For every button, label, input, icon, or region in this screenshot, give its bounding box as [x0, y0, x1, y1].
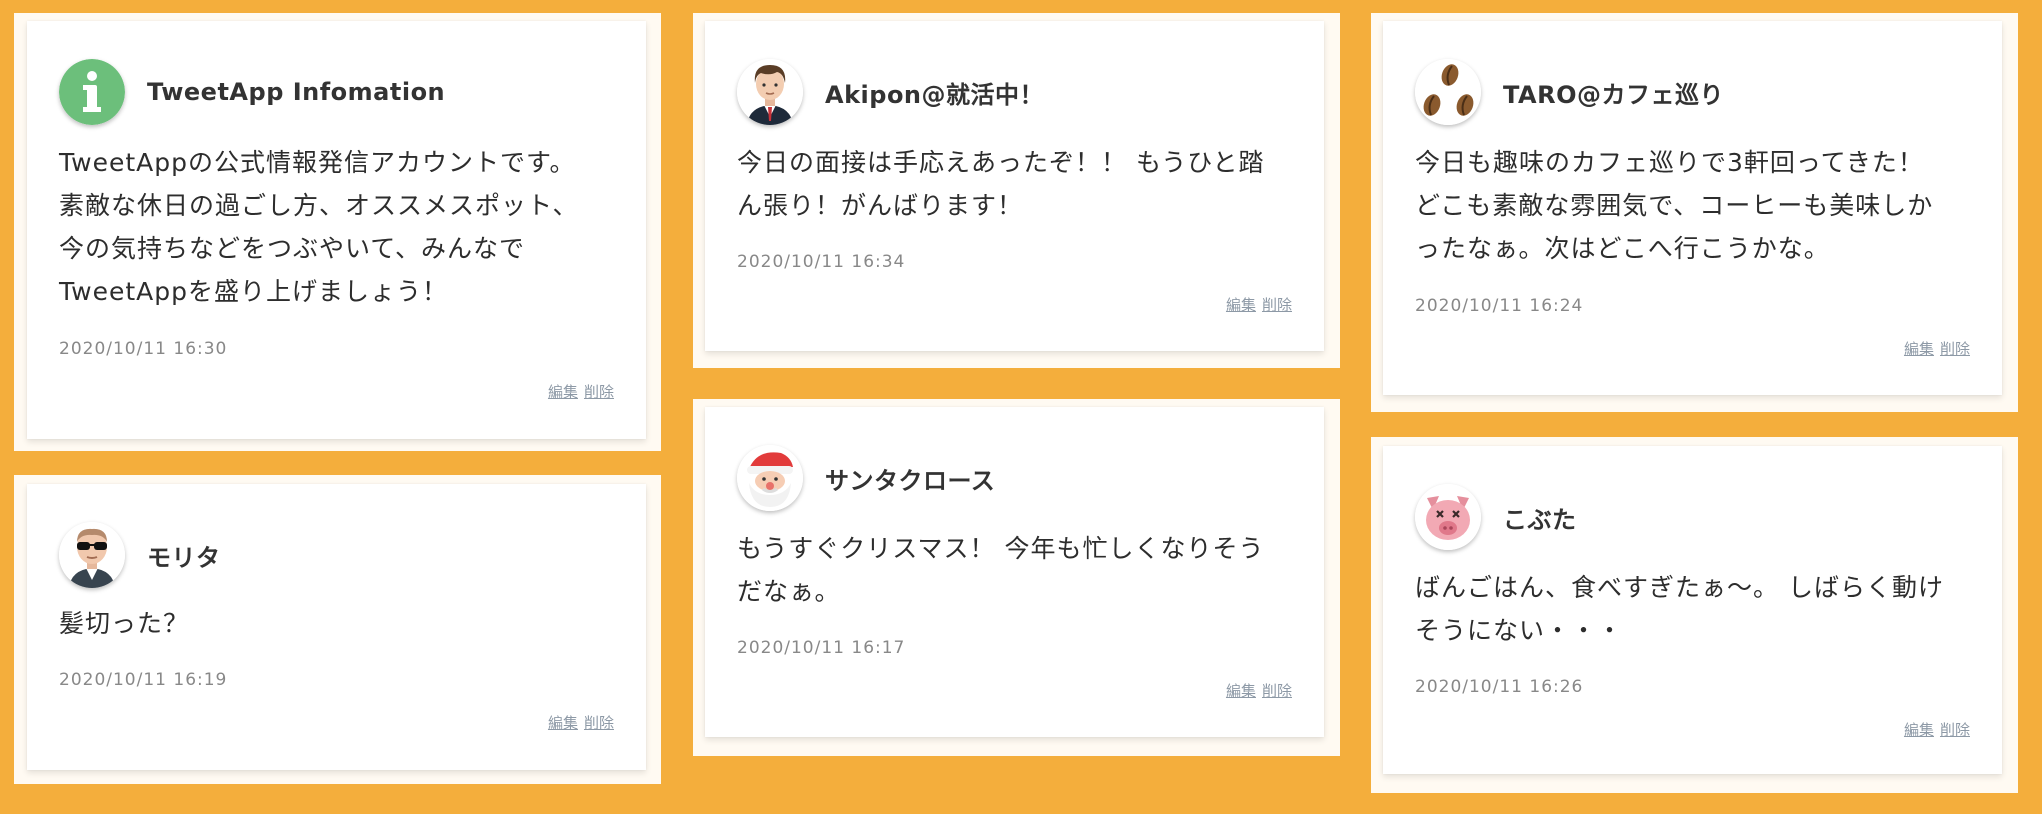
delete-link[interactable]: 削除: [584, 383, 614, 401]
post-timestamp: 2020/10/11 16:17: [737, 638, 906, 658]
delete-link[interactable]: 削除: [584, 714, 614, 732]
post-timestamp: 2020/10/11 16:24: [1415, 296, 1584, 316]
post-actions: 編集 削除: [1226, 680, 1292, 701]
user-name[interactable]: サンタクロース: [825, 461, 995, 496]
post-timestamp: 2020/10/11 16:34: [737, 252, 906, 272]
post-content: ばんごはん、食べすぎたぁ〜。 しばらく動け そうにない・・・: [1415, 573, 1944, 645]
pig-avatar[interactable]: [1415, 484, 1481, 550]
edit-link[interactable]: 編集: [1226, 682, 1256, 700]
post-content: 髪切った？: [59, 609, 190, 638]
post-timestamp: 2020/10/11 16:30: [59, 339, 228, 359]
user-name[interactable]: こぶた: [1503, 500, 1577, 535]
user-name[interactable]: Akipon@就活中！: [825, 75, 1044, 110]
post-card: モリタ 髪切った？ 2020/10/11 16:19 編集 削除: [27, 484, 646, 770]
post-card: サンタクロース もうすぐクリスマス！ 今年も忙しくなりそう だなぁ。 2020/…: [705, 407, 1324, 737]
post-content: TweetAppの公式情報発信アカウントです。 素敵な休日の過ごし方、オススメス…: [59, 148, 579, 306]
post-actions: 編集 削除: [1904, 719, 1970, 740]
coffee-beans-avatar[interactable]: [1415, 59, 1481, 125]
post-header: こぶた: [1415, 484, 1577, 550]
edit-link[interactable]: 編集: [548, 383, 578, 401]
post-card: こぶた ばんごはん、食べすぎたぁ〜。 しばらく動け そうにない・・・ 2020/…: [1383, 446, 2002, 774]
delete-link[interactable]: 削除: [1262, 682, 1292, 700]
post-timestamp: 2020/10/11 16:19: [59, 670, 228, 690]
post-header: TARO@カフェ巡り: [1415, 59, 1724, 125]
post-content: 今日の面接は手応えあったぞ！！ もうひと踏 ん張り！がんばります！: [737, 148, 1265, 220]
user-name[interactable]: モリタ: [147, 538, 221, 573]
user-name[interactable]: TARO@カフェ巡り: [1503, 75, 1724, 110]
post-header: TweetApp Infomation: [59, 59, 445, 125]
post-actions: 編集 削除: [548, 381, 614, 402]
post-header: サンタクロース: [737, 445, 995, 511]
delete-link[interactable]: 削除: [1940, 340, 1970, 358]
sunglasses-man-avatar[interactable]: [59, 522, 125, 588]
post-timestamp: 2020/10/11 16:26: [1415, 677, 1584, 697]
edit-link[interactable]: 編集: [1904, 340, 1934, 358]
post-card: TARO@カフェ巡り 今日も趣味のカフェ巡りで3軒回ってきた！ どこも素敵な雰囲…: [1383, 21, 2002, 395]
santa-avatar[interactable]: [737, 445, 803, 511]
edit-link[interactable]: 編集: [1226, 296, 1256, 314]
user-name[interactable]: TweetApp Infomation: [147, 78, 445, 106]
post-header: Akipon@就活中！: [737, 59, 1044, 125]
post-card: TweetApp Infomation TweetAppの公式情報発信アカウント…: [27, 21, 646, 439]
edit-link[interactable]: 編集: [1904, 721, 1934, 739]
post-content: 今日も趣味のカフェ巡りで3軒回ってきた！ どこも素敵な雰囲気で、コーヒーも美味し…: [1415, 148, 1934, 263]
delete-link[interactable]: 削除: [1940, 721, 1970, 739]
delete-link[interactable]: 削除: [1262, 296, 1292, 314]
post-actions: 編集 削除: [548, 712, 614, 733]
post-actions: 編集 削除: [1226, 294, 1292, 315]
info-icon[interactable]: [59, 59, 125, 125]
post-content: もうすぐクリスマス！ 今年も忙しくなりそう だなぁ。: [737, 534, 1265, 606]
post-header: モリタ: [59, 522, 221, 588]
post-card: Akipon@就活中！ 今日の面接は手応えあったぞ！！ もうひと踏 ん張り！がん…: [705, 21, 1324, 351]
business-man-avatar[interactable]: [737, 59, 803, 125]
post-actions: 編集 削除: [1904, 338, 1970, 359]
edit-link[interactable]: 編集: [548, 714, 578, 732]
